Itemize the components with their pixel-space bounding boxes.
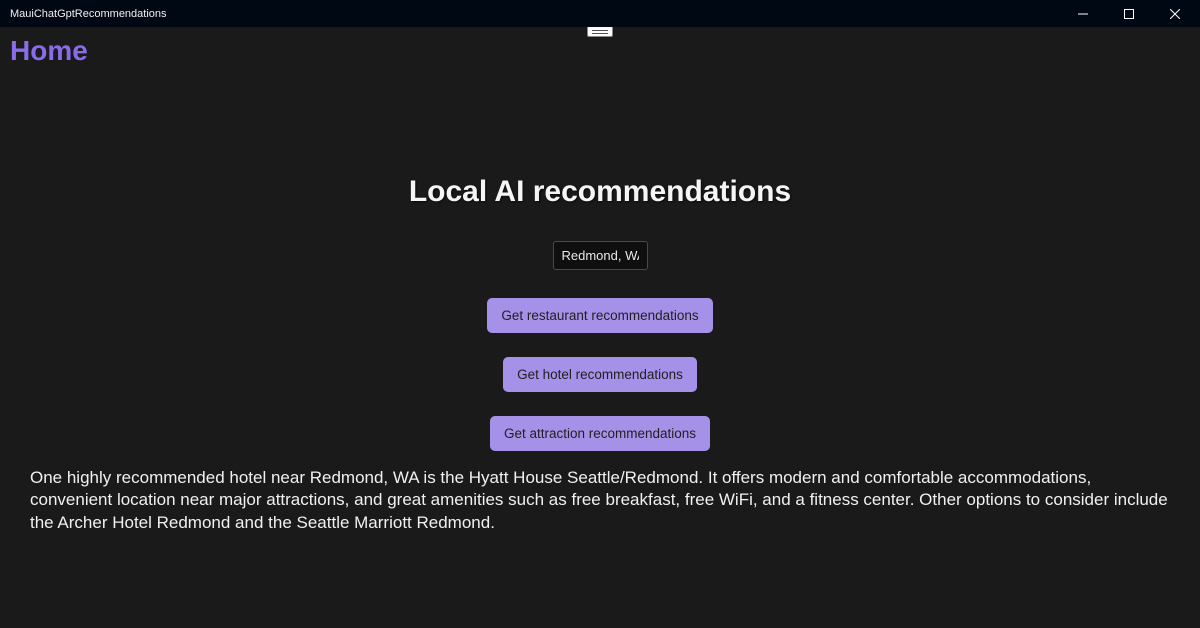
main-column: Local AI recommendations Get restaurant … — [0, 27, 1200, 475]
close-button[interactable] — [1152, 0, 1198, 27]
minimize-button[interactable] — [1060, 0, 1106, 27]
window-title: MauiChatGptRecommendations — [10, 8, 167, 20]
get-hotel-recommendations-button[interactable]: Get hotel recommendations — [503, 357, 697, 392]
get-attraction-recommendations-button[interactable]: Get attraction recommendations — [490, 416, 710, 451]
minimize-icon — [1078, 9, 1088, 19]
get-restaurant-recommendations-button[interactable]: Get restaurant recommendations — [487, 298, 712, 333]
page-title: Local AI recommendations — [409, 175, 791, 209]
close-icon — [1170, 9, 1180, 19]
maximize-button[interactable] — [1106, 0, 1152, 27]
location-input[interactable] — [553, 241, 648, 270]
window-titlebar: MauiChatGptRecommendations — [0, 0, 1200, 27]
window-controls — [1060, 0, 1198, 27]
maximize-icon — [1124, 9, 1134, 19]
recommendation-result: One highly recommended hotel near Redmon… — [30, 467, 1170, 534]
app-content: Home Local AI recommendations Get restau… — [0, 27, 1200, 628]
